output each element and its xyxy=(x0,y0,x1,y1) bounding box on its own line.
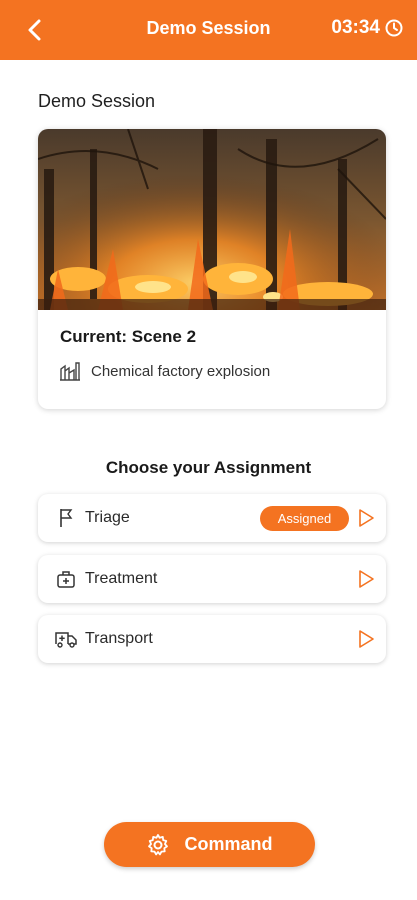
app-header: Demo Session 03:34 xyxy=(0,0,417,60)
factory-icon xyxy=(60,362,80,381)
clock-icon xyxy=(385,19,403,37)
assignment-treatment[interactable]: Treatment xyxy=(38,555,386,603)
scene-card: Current: Scene 2 Chemical factory explos… xyxy=(38,129,386,409)
play-icon[interactable] xyxy=(356,569,376,589)
scene-image xyxy=(38,129,386,310)
scene-description: Chemical factory explosion xyxy=(91,362,271,380)
assigned-badge: Assigned xyxy=(260,506,349,531)
current-scene-label: Current: Scene 2 xyxy=(60,327,197,346)
play-icon[interactable] xyxy=(356,508,376,528)
flag-icon xyxy=(55,507,77,529)
session-title: Demo Session xyxy=(38,91,156,111)
assignment-transport[interactable]: Transport xyxy=(38,615,386,663)
play-icon[interactable] xyxy=(356,629,376,649)
assignment-triage[interactable]: Triage Assigned xyxy=(38,494,386,542)
medical-kit-icon xyxy=(55,568,77,590)
assignment-label: Transport xyxy=(85,630,153,647)
assignment-label: Triage xyxy=(85,509,130,526)
command-label: Command xyxy=(184,834,273,854)
assignment-title: Choose your Assignment xyxy=(105,458,312,477)
gear-icon xyxy=(148,833,169,855)
command-button[interactable]: Command xyxy=(104,822,315,867)
timer-value: 03:34 xyxy=(331,17,380,38)
scene-description-row: Chemical factory explosion xyxy=(59,361,270,381)
session-timer: 03:34 xyxy=(331,17,403,39)
ambulance-icon xyxy=(55,628,77,650)
assignment-label: Treatment xyxy=(85,570,158,587)
